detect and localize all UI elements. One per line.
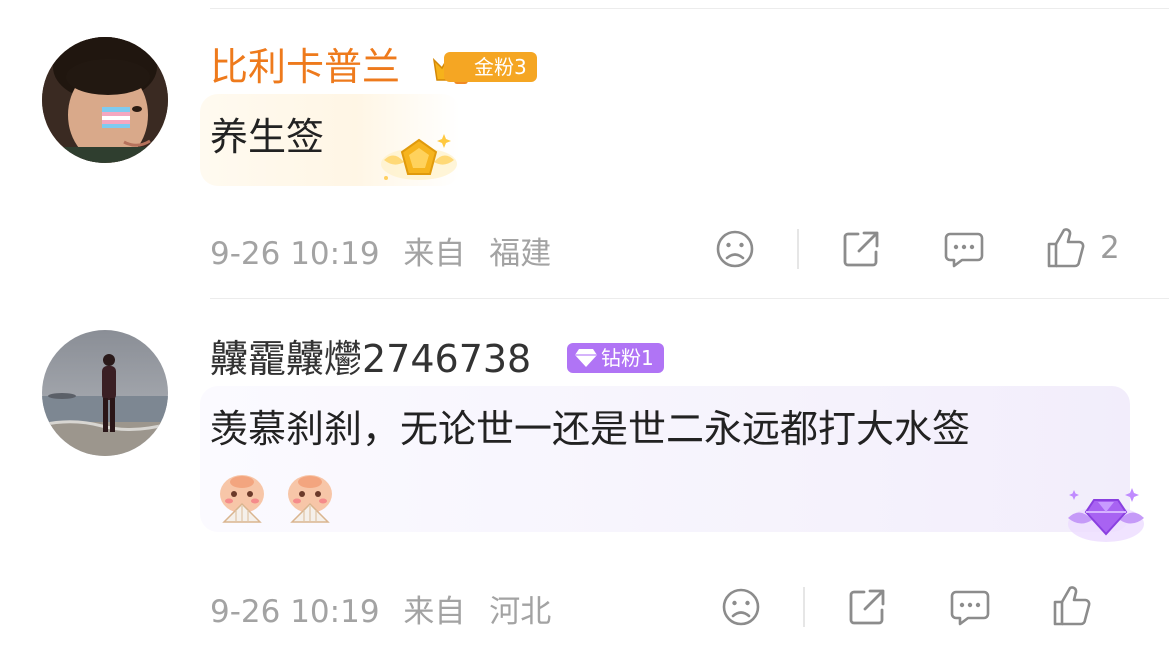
from-label: 来自 [403, 236, 466, 272]
comment-button[interactable] [948, 586, 992, 628]
share-button[interactable] [846, 586, 888, 628]
dislike-button[interactable] [720, 586, 762, 628]
fan-badge-label: 金粉3 [474, 55, 527, 79]
comment-meta: 9-26 10:19 来自 河北 [210, 586, 565, 631]
like-button[interactable]: 2 [1044, 226, 1120, 270]
sad-face-icon [716, 230, 754, 268]
sad-face-icon [722, 588, 760, 626]
comment-divider [210, 298, 1169, 299]
fan-badge-label: 钻粉1 [601, 346, 654, 370]
comment-text: 羡慕刹刹，无论世一还是世二永远都打大水签 [210, 407, 971, 451]
comment-time: 9-26 10:19 [210, 594, 380, 630]
share-button[interactable] [840, 228, 882, 270]
action-separator [803, 587, 805, 627]
share-icon [849, 589, 885, 625]
fan-emoji-icon [214, 472, 270, 528]
username[interactable]: 齉靇齉爩2746738 [210, 336, 531, 382]
comment-item: 齉靇齉爩2746738 钻粉1 羡慕刹刹，无论世一还是世二永远都打大水签 9-2… [0, 300, 1169, 645]
comment-meta: 9-26 10:19 来自 福建 [210, 228, 565, 273]
share-icon [843, 231, 879, 267]
username[interactable]: 比利卡普兰 [210, 44, 400, 90]
comment-icon [950, 590, 990, 626]
comment-button[interactable] [942, 228, 986, 270]
like-count: 2 [1100, 230, 1120, 266]
purple-gem-decoration-icon [1064, 482, 1148, 554]
comment-icon [944, 232, 984, 268]
from-label: 来自 [403, 594, 466, 630]
dislike-button[interactable] [714, 228, 756, 270]
like-button[interactable] [1050, 584, 1092, 628]
thumbs-up-icon [1053, 586, 1091, 626]
action-separator [797, 229, 799, 269]
fan-badge[interactable]: 钻粉1 [567, 343, 664, 373]
comment-text: 养生签 [210, 115, 325, 159]
comment-item: 比利卡普兰 6 金粉3 养生签 9-26 10:19 来自 福建 [0, 0, 1169, 300]
avatar[interactable] [42, 37, 168, 163]
fan-emoji-icon [282, 472, 338, 528]
fan-badge[interactable]: 金粉3 [444, 52, 537, 82]
avatar[interactable] [42, 330, 168, 456]
thumbs-up-icon [1047, 228, 1085, 268]
gold-gem-decoration-icon [378, 128, 460, 194]
comment-location: 河北 [489, 594, 552, 630]
comment-location: 福建 [489, 236, 552, 272]
diamond-icon [575, 349, 597, 367]
comment-time: 9-26 10:19 [210, 236, 380, 272]
